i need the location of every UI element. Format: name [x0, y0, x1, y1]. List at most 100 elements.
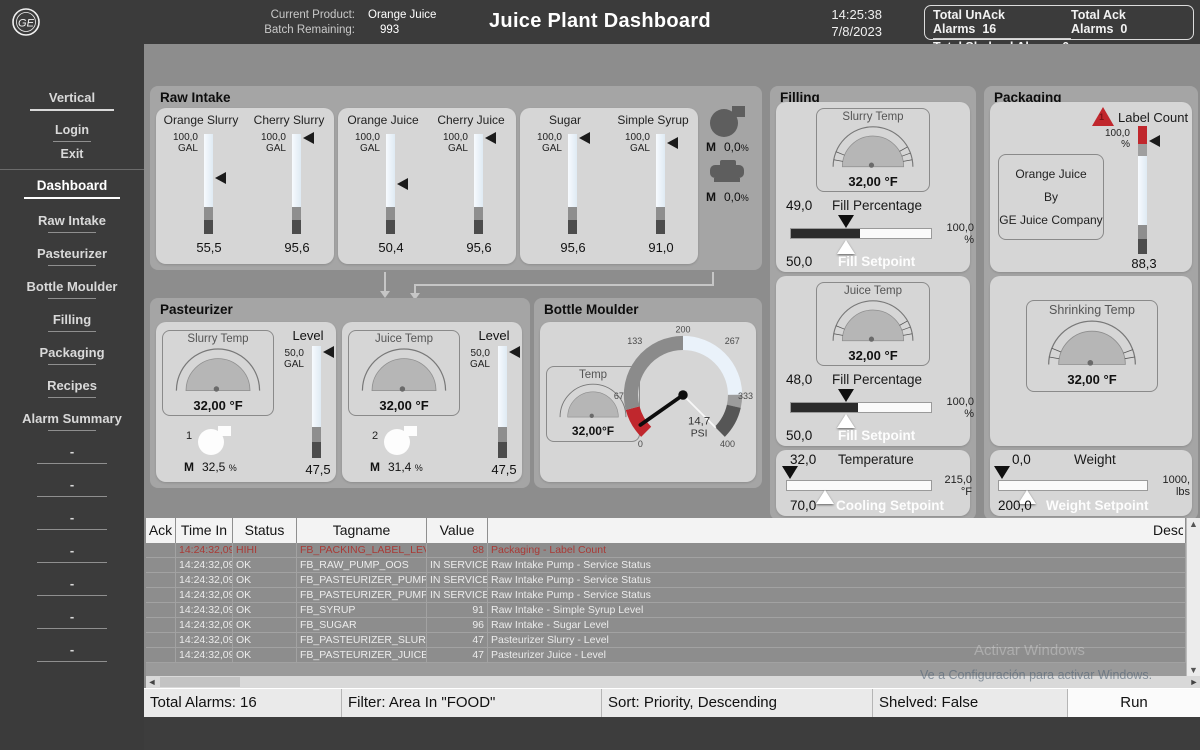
tank-level-marker [303, 132, 314, 144]
sidebar-item-packaging[interactable]: Packaging [0, 345, 144, 360]
tank-max: 100,0 [625, 132, 650, 143]
sidebar-item-blank-1[interactable]: - [0, 444, 144, 459]
sidebar-item-login[interactable]: Login [0, 123, 144, 137]
svg-text:GE: GE [18, 18, 35, 30]
sidebar-item-pasteurizer[interactable]: Pasteurizer [0, 246, 144, 261]
temperature-marker [782, 466, 798, 479]
filter-readout: Filter: Area In "FOOD" [342, 689, 602, 717]
blower-pump-icon [708, 104, 746, 138]
gauge-title: Slurry Temp [163, 331, 273, 345]
packaging-card-label-count: 1 Label Count 100,0% 88,3 Orange Juice B… [990, 102, 1192, 272]
alarm-row[interactable]: 14:24:32,098OKFB_PASTEURIZER_PUMPIN SERV… [146, 573, 1186, 588]
bar-max-unit: lbs [1176, 486, 1190, 498]
sidebar-item-recipes[interactable]: Recipes [0, 378, 144, 393]
scroll-down-icon[interactable]: ▼ [1187, 665, 1200, 675]
batch-remaining-label: Batch Remaining: [255, 24, 355, 36]
sidebar-item-blank-4[interactable]: - [0, 543, 144, 558]
sidebar-item-blank-6[interactable]: - [0, 609, 144, 624]
flow-arrow [380, 291, 390, 298]
col-description[interactable]: Description [488, 518, 1186, 543]
tank-label: Sugar [521, 113, 609, 127]
tank-value: 95,6 [267, 240, 327, 255]
col-status[interactable]: Status [233, 518, 297, 543]
sidebar-item-blank-5[interactable]: - [0, 576, 144, 591]
dial-tick: 333 [738, 391, 753, 401]
fill-setpoint-label: Fill Setpoint [838, 254, 915, 269]
windows-watermark-line2: Ve a Configuración para activar Windows. [920, 668, 1152, 682]
scrollbar-thumb[interactable] [160, 677, 240, 687]
filling-juice-temp-gauge: Juice Temp 32,00 °F [816, 282, 930, 366]
fill-setpoint-value: 50,0 [786, 428, 812, 443]
alarm-row[interactable]: 14:24:32,098OKFB_RAW_PUMP_OOSIN SERVICER… [146, 558, 1186, 573]
sidebar-item-blank-2[interactable]: - [0, 477, 144, 492]
alarm-row[interactable]: 14:24:32,098OKFB_SUGAR96Raw Intake - Sug… [146, 618, 1186, 633]
product-by: By [999, 190, 1103, 204]
weight-value: 0,0 [1012, 452, 1031, 467]
temperature-label: Temperature [838, 452, 914, 467]
gauge-value: 32,00 [572, 424, 602, 438]
sidebar-item-alarm-summary[interactable]: Alarm Summary [0, 411, 144, 426]
scroll-left-icon[interactable]: ◄ [146, 676, 158, 688]
sidebar-item-blank-7[interactable]: - [0, 642, 144, 657]
tank-level-indicator [204, 134, 213, 234]
motor-pump-icon [708, 160, 748, 184]
semicircle-gauge-icon [1037, 317, 1147, 367]
sidebar-item-bottle-moulder[interactable]: Bottle Moulder [0, 279, 144, 294]
raw-intake-panel: Raw Intake Orange Slurry 100,0GAL 55,5 C… [150, 86, 762, 270]
tank-max: 100,0 [173, 132, 198, 143]
tank-level-indicator [386, 134, 395, 234]
fill-setpoint-marker[interactable] [837, 240, 855, 254]
dial-tick: 400 [720, 439, 735, 449]
pump-number: 2 [372, 430, 378, 442]
sidebar-item-filling[interactable]: Filling [0, 312, 144, 327]
col-time-in[interactable]: Time In [176, 518, 233, 543]
tank-unit: GAL [360, 143, 380, 154]
scroll-up-icon[interactable]: ▲ [1187, 519, 1200, 529]
run-button[interactable]: Run [1068, 689, 1200, 717]
product-name: Orange Juice [999, 167, 1103, 181]
cooling-setpoint-marker[interactable] [816, 490, 834, 504]
gauge-value: 32,00 [848, 174, 881, 189]
slurry-temp-gauge: Slurry Temp 32,00 °F [162, 330, 274, 416]
col-ack[interactable]: Ack [146, 518, 176, 543]
juice-temp-gauge: Juice Temp 32,00 °F [348, 330, 460, 416]
tank-value: 95,6 [449, 240, 509, 255]
pasteurizer-panel: Pasteurizer Slurry Temp 32,00 °F Level 5… [150, 298, 530, 488]
pump-speed-readout: M0,0% [706, 190, 749, 204]
col-tagname[interactable]: Tagname [297, 518, 427, 543]
page-title: Juice Plant Dashboard [489, 10, 711, 33]
level-unit: GAL [284, 359, 304, 370]
sidebar-item-vertical[interactable]: Vertical [0, 90, 144, 105]
bar-max: 1000, [1162, 474, 1190, 486]
filling-card-juice: Juice Temp 32,00 °F 48,0 Fill Percentage… [776, 276, 970, 446]
alarm-row[interactable]: 14:24:32,098OKFB_PASTEURIZER_PUMPIN SERV… [146, 588, 1186, 603]
sidebar-item-blank-3[interactable]: - [0, 510, 144, 525]
fill-percentage-marker [838, 215, 854, 228]
sidebar-item-dashboard[interactable]: Dashboard [0, 178, 144, 193]
juice-plant-dashboard: GE Current Product: Batch Remaining: Ora… [0, 0, 1200, 750]
gauge-value: 32,00 [379, 398, 412, 413]
gauge-value: 32,00 [193, 398, 226, 413]
sidebar-item-exit[interactable]: Exit [0, 147, 144, 161]
alarm-totals-box: Total UnAck Alarms 16 Total Ack Alarms 0… [924, 5, 1194, 40]
tank-value: 55,5 [179, 240, 239, 255]
fill-percentage-value: 48,0 [786, 372, 812, 387]
sidebar-item-raw-intake[interactable]: Raw Intake [0, 213, 144, 228]
col-value[interactable]: Value [427, 518, 488, 543]
semicircle-gauge-icon [168, 345, 268, 393]
shrinking-temp-gauge: Shrinking Temp 32,00 °F [1026, 300, 1158, 392]
table-vertical-scrollbar[interactable]: ▲ ▼ [1186, 518, 1200, 676]
dashboard-canvas: Raw Intake Orange Slurry 100,0GAL 55,5 C… [144, 44, 1200, 750]
current-product-value: Orange Juice [368, 9, 478, 21]
alarm-row[interactable]: 14:24:32,098OKFB_SYRUP91Raw Intake - Sim… [146, 603, 1186, 618]
bottle-moulder-title: Bottle Moulder [544, 302, 639, 317]
flow-line [414, 284, 714, 286]
weight-marker [994, 466, 1010, 479]
fill-setpoint-marker[interactable] [837, 414, 855, 428]
gauge-value: 32,00 [848, 348, 881, 363]
alarm-row[interactable]: 14:24:32,098HIHIFB_PACKING_LABEL_LEV88Pa… [146, 543, 1186, 558]
gauge-unit: °F [416, 398, 429, 413]
filling-panel: Filling Slurry Temp 32,00 °F 49,0 Fill P… [770, 86, 976, 520]
scroll-right-icon[interactable]: ► [1188, 676, 1200, 688]
tank-level-indicator [292, 134, 301, 234]
